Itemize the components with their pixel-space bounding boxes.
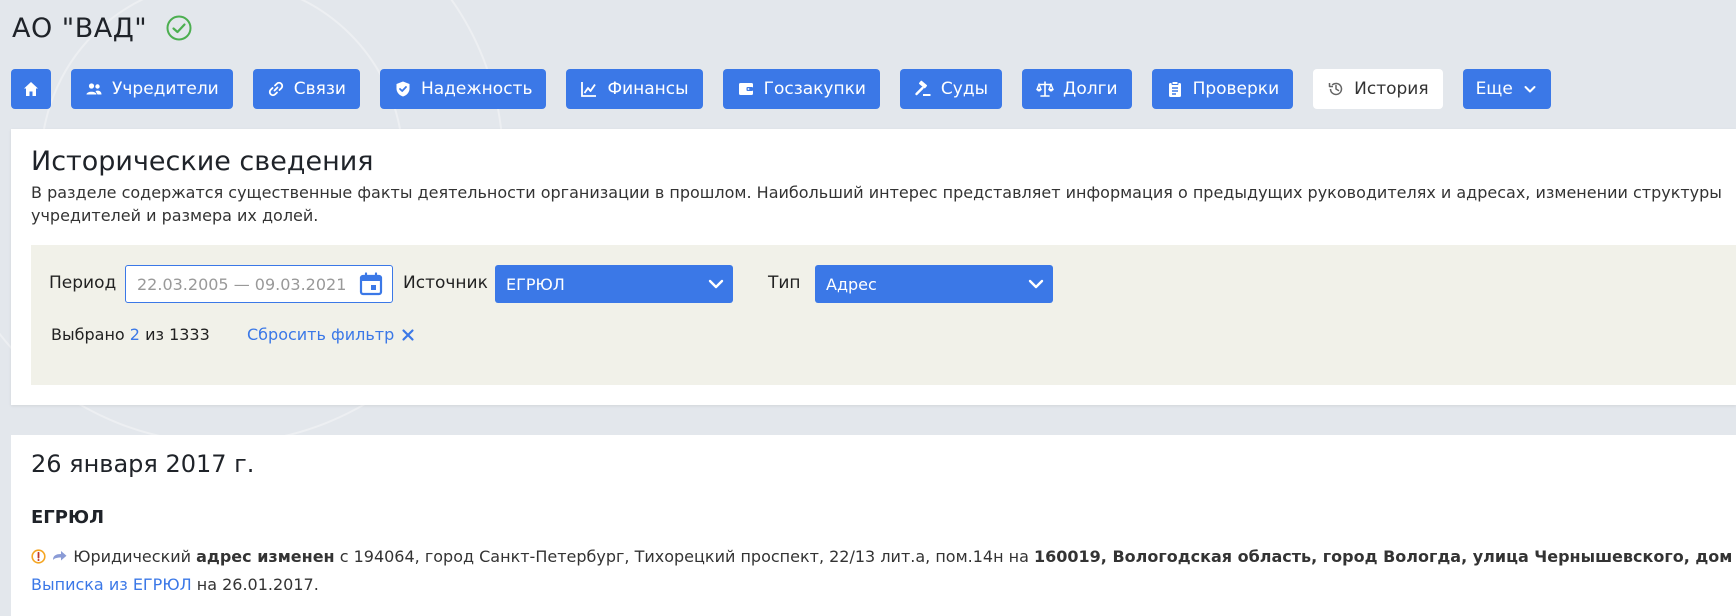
chart-icon [581,82,597,97]
tab-inspections-label: Проверки [1192,79,1280,99]
egrul-extract-date: на 26.01.2017. [196,575,319,594]
filter-panel: Период 22.03.2005 — 09.03.2021 Источник … [31,245,1736,385]
record-source: ЕГРЮЛ [31,507,105,528]
record-text-bold-1: адрес изменен [196,547,335,566]
tab-reliability[interactable]: Надежность [379,69,547,109]
users-icon [86,83,102,95]
source-select[interactable]: ЕГРЮЛ [495,265,733,303]
chevron-down-icon [1028,279,1044,289]
wallet-icon [738,83,753,95]
history-icon [1328,82,1343,96]
tab-links-label: Связи [293,79,346,99]
scales-icon [1036,81,1054,97]
gavel-icon [915,80,931,96]
shield-icon [396,81,410,97]
verified-check-icon [166,15,192,41]
period-label: Период [49,273,117,293]
history-record-card: 26 января 2017 г. ЕГРЮЛ Юридический адре… [11,435,1736,616]
reset-filter-button[interactable]: Сбросить фильтр [247,325,415,344]
type-select-value: Адрес [826,274,877,294]
reset-filter-label: Сбросить фильтр [247,325,395,344]
clipboard-icon [1168,81,1181,97]
period-input[interactable]: 22.03.2005 — 09.03.2021 [125,265,393,303]
company-name: АО "ВАД" [12,12,148,44]
tab-home[interactable] [11,69,51,109]
link-icon [268,81,283,97]
selected-count-text: Выбрано 2 из 1333 [51,325,210,344]
record-text-1: Юридический [73,547,192,566]
tab-links[interactable]: Связи [252,69,360,109]
period-placeholder: 22.03.2005 — 09.03.2021 [137,274,347,294]
change-arrow-icon [53,551,67,561]
tab-more-label: Еще [1475,79,1513,99]
tab-history[interactable]: История [1313,69,1443,109]
chevron-down-icon [708,279,724,289]
record-source-line: Выписка из ЕГРЮЛ на 26.01.2017. [31,571,319,599]
tab-history-label: История [1354,79,1429,99]
tab-procurement[interactable]: Госзакупки [722,69,880,109]
tab-founders[interactable]: Учредители [71,69,233,109]
tab-inspections[interactable]: Проверки [1151,69,1294,109]
tab-founders-label: Учредители [112,79,219,99]
egrul-extract-link[interactable]: Выписка из ЕГРЮЛ [31,575,192,594]
selected-count: 2 [129,325,140,344]
company-header: АО "ВАД" [12,8,193,48]
tab-reliability-label: Надежность [420,79,533,99]
home-icon [24,82,38,96]
close-icon [402,328,414,341]
source-select-value: ЕГРЮЛ [506,274,565,294]
page-title: Исторические сведения [31,146,374,177]
calendar-icon[interactable] [358,271,384,297]
tab-debts[interactable]: Долги [1022,69,1132,109]
type-label: Тип [768,273,801,293]
tab-procurement-label: Госзакупки [763,79,866,99]
tab-courts-label: Суды [940,79,989,99]
section-description: В разделе содержатся существенные факты … [31,183,1722,225]
record-text-bold-2: 160019, Вологодская область, город Волог… [1034,547,1736,566]
tab-more[interactable]: Еще [1462,69,1551,109]
warning-icon [31,549,46,564]
section-nav: Учредители Связи Надежность Финансы Госз… [11,69,1571,109]
source-label: Источник [403,273,488,293]
history-card: Исторические сведения В разделе содержат… [11,129,1736,405]
tab-finance-label: Финансы [607,79,689,99]
selected-prefix: Выбрано [51,325,125,344]
tab-courts[interactable]: Суды [899,69,1003,109]
record-text-2: с 194064, город Санкт-Петербург, Тихорец… [339,547,1029,566]
selected-total: 1333 [169,325,210,344]
record-event: Юридический адрес изменен с 194064, горо… [31,543,1736,571]
chevron-down-icon [1524,86,1536,93]
selected-middle: из [145,325,164,344]
tab-finance[interactable]: Финансы [566,69,703,109]
record-date: 26 января 2017 г. [31,450,255,478]
type-select[interactable]: Адрес [815,265,1053,303]
tab-debts-label: Долги [1063,79,1118,99]
